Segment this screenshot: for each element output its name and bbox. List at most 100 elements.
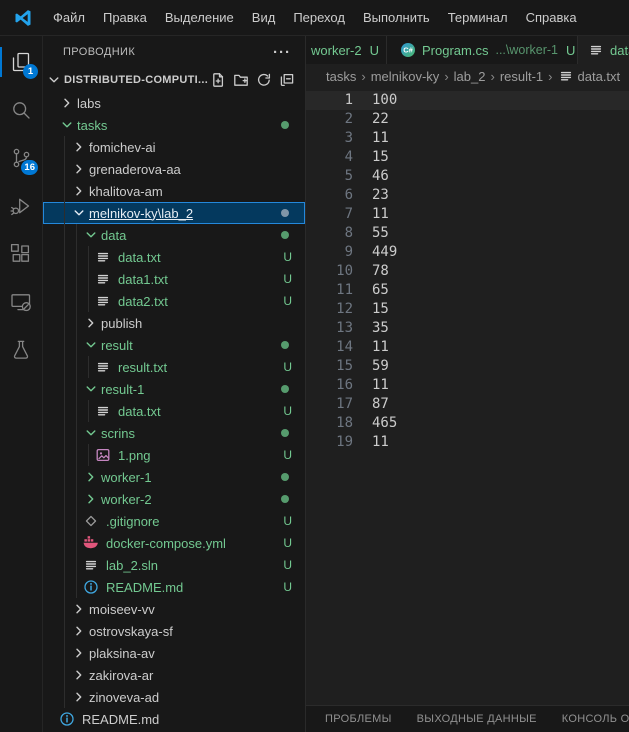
tree-item-zinoveva-ad[interactable]: zinoveva-ad	[43, 686, 305, 708]
tree-item-labs[interactable]: labs	[43, 92, 305, 114]
more-actions-icon[interactable]: ···	[265, 44, 299, 61]
code-line: 1100	[306, 91, 629, 110]
tree-item-zakirova-ar[interactable]: zakirova-ar	[43, 664, 305, 686]
new-folder-icon[interactable]	[232, 72, 249, 89]
menu-item[interactable]: Переход	[284, 1, 354, 35]
activity-item-remote-explorer[interactable]	[0, 278, 42, 326]
chevron-right-icon	[71, 139, 87, 155]
git-modified-dot	[281, 341, 289, 349]
sidebar-title: ПРОВОДНИК	[63, 46, 265, 58]
activity-item-search[interactable]	[0, 86, 42, 134]
code-line: 1611	[306, 376, 629, 395]
tree-item-data.txt[interactable]: data.txtU	[43, 246, 305, 268]
explorer-section-header[interactable]: DISTRIBUTED-COMPUTI...	[43, 68, 305, 92]
menu-item[interactable]: Файл	[44, 1, 94, 35]
activity-item-extensions[interactable]	[0, 230, 42, 278]
new-file-icon[interactable]	[209, 72, 226, 89]
breadcrumb-item-result-1[interactable]: result-1	[497, 69, 546, 84]
badge-count: 1	[23, 64, 38, 79]
tree-item-fomichev-ai[interactable]: fomichev-ai	[43, 136, 305, 158]
tree-item-ostrovskaya-sf[interactable]: ostrovskaya-sf	[43, 620, 305, 642]
breadcrumb-item-data.txt[interactable]: data.txt	[555, 68, 624, 84]
chevron-down-icon	[46, 72, 62, 88]
tree-item-plaksina-av[interactable]: plaksina-av	[43, 642, 305, 664]
editor-tab-data.txt[interactable]: data.txt	[578, 36, 629, 64]
tree-item-readme.md[interactable]: README.md	[43, 708, 305, 730]
tree-item-label: docker-compose.yml	[106, 536, 226, 551]
menu-item[interactable]: Терминал	[439, 1, 517, 35]
tree-item-data2.txt[interactable]: data2.txtU	[43, 290, 305, 312]
code-line: 1215	[306, 300, 629, 319]
tree-item-label: plaksina-av	[89, 646, 155, 661]
tree-item-result-1[interactable]: result-1	[43, 378, 305, 400]
tree-item-1.png[interactable]: 1.pngU	[43, 444, 305, 466]
editor-tab-program.cs[interactable]: C#Program.cs...\worker-1U	[387, 36, 578, 64]
menu-item[interactable]: Справка	[517, 1, 586, 35]
tree-item-label: data.txt	[118, 250, 161, 265]
activity-item-run-and-debug[interactable]	[0, 182, 42, 230]
tree-item-label: khalitova-am	[89, 184, 163, 199]
tree-item-.gitignore[interactable]: .gitignoreU	[43, 510, 305, 532]
chevron-down-icon	[71, 205, 87, 221]
tree-item-worker-1[interactable]: worker-1	[43, 466, 305, 488]
chevron-down-icon	[59, 117, 75, 133]
explorer-actions	[209, 72, 295, 89]
code-line: 1559	[306, 357, 629, 376]
tab-label: Program.cs	[422, 43, 488, 58]
tree-item-grenaderova-aa[interactable]: grenaderova-aa	[43, 158, 305, 180]
editor-tab-worker-2[interactable]: worker-2U	[306, 36, 387, 64]
tree-item-worker-2[interactable]: worker-2	[43, 488, 305, 510]
collapse-all-icon[interactable]	[278, 72, 295, 89]
activity-item-source-control[interactable]: 16	[0, 134, 42, 182]
vscode-logo-icon	[13, 8, 33, 28]
tree-item-label: lab_2.sln	[106, 558, 158, 573]
breadcrumb-separator-icon: ›	[359, 69, 367, 84]
tree-item-khalitova-am[interactable]: khalitova-am	[43, 180, 305, 202]
activity-item-testing[interactable]	[0, 326, 42, 374]
panel-tab-консоль-отладки[interactable]: КОНСОЛЬ ОТЛАДКИ	[562, 713, 629, 725]
breadcrumb-separator-icon: ›	[546, 69, 554, 84]
tab-label: data.txt	[610, 43, 629, 58]
tree-item-data[interactable]: data	[43, 224, 305, 246]
tree-item-tasks[interactable]: tasks	[43, 114, 305, 136]
chevron-down-icon	[83, 227, 99, 243]
code-line: 546	[306, 167, 629, 186]
tree-item-data.txt[interactable]: data.txtU	[43, 400, 305, 422]
panel-tab-проблемы[interactable]: ПРОБЛЕМЫ	[325, 713, 392, 725]
breadcrumb-item-melnikov-ky[interactable]: melnikov-ky	[368, 69, 443, 84]
tree-item-lab-2.sln[interactable]: lab_2.slnU	[43, 554, 305, 576]
git-modified-dot	[281, 429, 289, 437]
extensions-icon	[9, 242, 33, 266]
activity-item-explorer[interactable]: 1	[0, 38, 42, 86]
refresh-icon[interactable]	[255, 72, 272, 89]
workspace-folder-label: DISTRIBUTED-COMPUTI...	[64, 74, 209, 86]
tree-item-result[interactable]: result	[43, 334, 305, 356]
code-editor[interactable]: 1100222311415546623711855944910781165121…	[306, 88, 629, 705]
menu-item[interactable]: Правка	[94, 1, 156, 35]
menu-item[interactable]: Выделение	[156, 1, 243, 35]
line-number: 12	[306, 300, 353, 319]
breadcrumb-item-tasks[interactable]: tasks	[323, 69, 359, 84]
tree-item-docker-compose.yml[interactable]: docker-compose.ymlU	[43, 532, 305, 554]
line-number: 13	[306, 319, 353, 338]
code-line: 855	[306, 224, 629, 243]
tree-item-label: worker-1	[101, 470, 152, 485]
code-line: 1911	[306, 433, 629, 452]
tree-item-scrins[interactable]: scrins	[43, 422, 305, 444]
tree-item-readme.md[interactable]: README.mdU	[43, 576, 305, 598]
debug-icon	[9, 194, 33, 218]
tree-item-result.txt[interactable]: result.txtU	[43, 356, 305, 378]
panel-tab-выходные-данные[interactable]: ВЫХОДНЫЕ ДАННЫЕ	[417, 713, 537, 725]
workbench: 1 16 ПРОВОДНИК ··· DISTRIBUTED-COMPUTI...…	[0, 36, 629, 732]
breadcrumb-item-lab-2[interactable]: lab_2	[451, 69, 489, 84]
tree-item-melnikov-ky-lab-2[interactable]: melnikov-ky\lab_2	[43, 202, 305, 224]
menu-item[interactable]: Выполнить	[354, 1, 439, 35]
line-number: 4	[306, 148, 353, 167]
tree-item-data1.txt[interactable]: data1.txtU	[43, 268, 305, 290]
code-line: 1078	[306, 262, 629, 281]
line-content: 35	[372, 319, 389, 338]
menu-item[interactable]: Вид	[243, 1, 285, 35]
tree-item-publish[interactable]: publish	[43, 312, 305, 334]
menu-items: ФайлПравкаВыделениеВидПереходВыполнитьТе…	[44, 1, 586, 35]
tree-item-moiseev-vv[interactable]: moiseev-vv	[43, 598, 305, 620]
